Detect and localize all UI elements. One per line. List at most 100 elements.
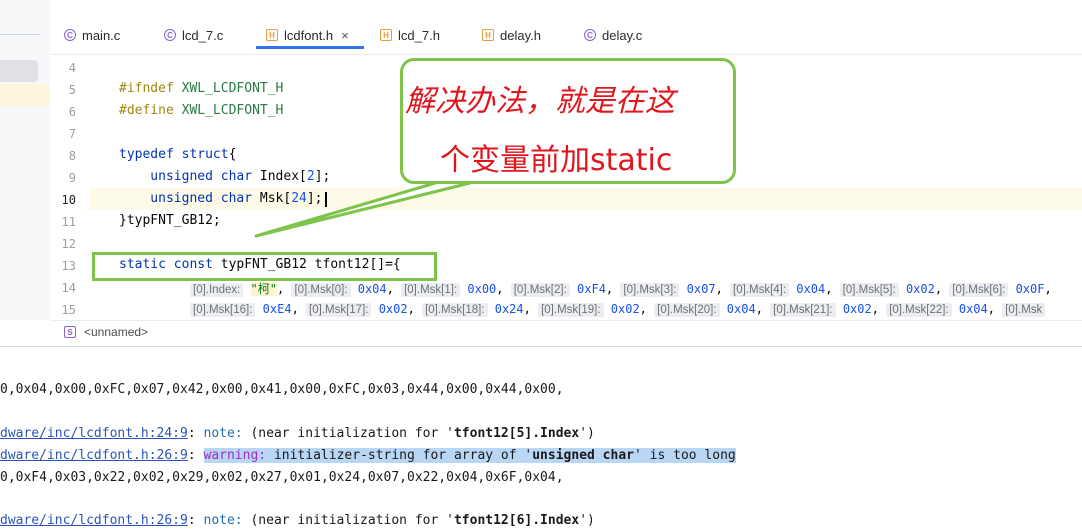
console-line: dware/inc/lcdfont.h:26:9: note: (near in… — [0, 513, 595, 528]
project-selected-item[interactable] — [0, 60, 38, 82]
tab-delay-c[interactable]: C delay.c — [584, 24, 642, 46]
tab-delay-h[interactable]: H delay.h — [482, 24, 541, 46]
console-line: dware/inc/lcdfont.h:24:9: note: (near in… — [0, 426, 595, 441]
inlay-hint-value: 0x02 — [905, 282, 935, 296]
annotation-highlight-box — [92, 252, 437, 281]
inlay-hint-value: 0xE4 — [262, 302, 292, 316]
note-label: note: — [203, 426, 243, 441]
tab-label: delay.h — [500, 27, 541, 43]
line-number: 9 — [68, 171, 76, 185]
c-file-icon: C — [584, 29, 596, 41]
callout-text-line1: 解决办法，就是在这 — [405, 84, 675, 119]
code-line-8[interactable]: typedef struct{ — [119, 147, 236, 162]
c-file-icon: C — [64, 29, 76, 41]
inlay-hint-value: 0x04 — [796, 282, 826, 296]
line-number: 13 — [61, 259, 76, 273]
inlay-hint-value: 0x02 — [378, 302, 408, 316]
number: 2 — [306, 169, 315, 184]
text-caret — [325, 192, 327, 207]
line-number: 11 — [61, 215, 76, 229]
line-number: 14 — [61, 281, 76, 295]
comma: , — [987, 302, 1003, 316]
comma: , — [523, 302, 539, 316]
file-link[interactable]: dware/inc/lcdfont.h:26:9 — [0, 513, 188, 528]
code-line-5[interactable]: #ifndef XWL_LCDFONT_H — [119, 81, 283, 96]
inlay-hint-label: [0].Msk[0]: — [291, 283, 351, 297]
message: ') — [579, 426, 595, 441]
inlay-hint-label: [0].Msk[3]: — [620, 283, 680, 297]
comma: , — [871, 302, 887, 316]
tab-lcd7-h[interactable]: H lcd_7.h — [380, 24, 440, 46]
comma: , — [277, 282, 292, 296]
code-line-6[interactable]: #define XWL_LCDFONT_H — [119, 103, 283, 118]
tab-label: main.c — [82, 27, 121, 43]
message: (near initialization for ' — [242, 513, 454, 528]
tab-main-c[interactable]: C main.c — [64, 24, 120, 46]
console-line: 0,0x04,0x00,0xFC,0x07,0x42,0x00,0x41,0x0… — [0, 382, 564, 397]
comma: , — [715, 282, 731, 296]
sep: : — [187, 426, 204, 441]
struct-icon: S — [64, 326, 76, 338]
tab-lcdfont-h[interactable]: H lcdfont.h × — [266, 24, 349, 46]
comma: , — [407, 302, 423, 316]
tab-label: lcd_7.h — [398, 27, 440, 43]
inlay-hint-value: 0x00 — [467, 282, 497, 296]
code-line-11[interactable]: }typFNT_GB12; — [119, 213, 221, 228]
inlay-hint-value: 0x24 — [494, 302, 524, 316]
inlay-hint-value: 0x04 — [726, 302, 756, 316]
tab-lcd7-c[interactable]: C lcd_7.c — [164, 24, 223, 46]
note-label: note: — [203, 513, 243, 528]
line-number: 7 — [68, 127, 76, 141]
comma: , — [1044, 282, 1059, 296]
tab-label: delay.c — [602, 27, 643, 43]
message-symbol: tfont12[6].Index — [453, 513, 580, 528]
inlay-hint-value: 0x02 — [610, 302, 640, 316]
h-file-icon: H — [266, 29, 278, 41]
comma: , — [605, 282, 621, 296]
file-link[interactable]: dware/inc/lcdfont.h:26:9 — [0, 448, 188, 463]
comma: , — [639, 302, 655, 316]
active-tab-indicator — [256, 46, 364, 49]
code-line-10[interactable]: unsigned char Msk[24]; — [119, 191, 322, 206]
inlay-hint-value: 0xF4 — [577, 282, 606, 296]
close-icon[interactable]: × — [341, 28, 349, 43]
inlay-hint-value: 0x0F — [1015, 282, 1045, 296]
message-symbol: tfont12[5].Index — [453, 426, 580, 441]
breadcrumb — [50, 320, 1082, 347]
inlay-hints-line-14: [0].Index: "柯", [0].Msk[0]: 0x04, [0].Ms… — [190, 280, 1059, 297]
identifier: Index[ — [252, 169, 307, 184]
inlay-hint-label: [0].Msk[22]: — [886, 303, 952, 317]
message: initializer-string for array of ' — [266, 448, 533, 463]
code-line-9[interactable]: unsigned char Index[2]; — [119, 169, 330, 184]
breadcrumb-item[interactable]: <unnamed> — [84, 325, 148, 339]
inlay-hint-label: [0].Msk[17]: — [306, 303, 372, 317]
inlay-hint-label: [0].Msk[20]: — [654, 303, 720, 317]
line-number: 15 — [61, 303, 76, 317]
c-file-icon: C — [164, 29, 176, 41]
strip-divider — [0, 34, 40, 35]
line-number: 12 — [61, 237, 76, 251]
warning-label: warning: — [203, 448, 267, 463]
inlay-hint-label: [0].Msk[4]: — [730, 283, 790, 297]
callout-text-line2: 个变量前加static — [440, 143, 673, 178]
preprocessor-keyword: #define — [119, 103, 174, 118]
file-link[interactable]: dware/inc/lcdfont.h:24:9 — [0, 426, 188, 441]
macro-name: XWL_LCDFONT_H — [173, 103, 284, 118]
line-number: 8 — [68, 149, 76, 163]
sep: : — [187, 513, 204, 528]
message-symbol: unsigned char — [532, 448, 634, 463]
line-number: 4 — [68, 61, 76, 75]
preprocessor-keyword: #ifndef — [119, 81, 174, 96]
identifier: Msk[ — [252, 191, 292, 206]
project-panel-strip — [0, 0, 50, 320]
project-highlight-item[interactable] — [0, 84, 50, 106]
h-file-icon: H — [380, 29, 392, 41]
inlay-hint-value: 0x07 — [686, 282, 716, 296]
inlay-hint-label: [0].Msk — [1002, 303, 1046, 317]
tab-label: lcd_7.c — [182, 27, 224, 43]
keyword: typedef — [119, 147, 174, 162]
brace: { — [228, 147, 237, 162]
line-number: 5 — [68, 83, 76, 97]
line-number-current: 10 — [61, 193, 76, 207]
inlay-hint-label: [0].Msk[1]: — [401, 283, 461, 297]
